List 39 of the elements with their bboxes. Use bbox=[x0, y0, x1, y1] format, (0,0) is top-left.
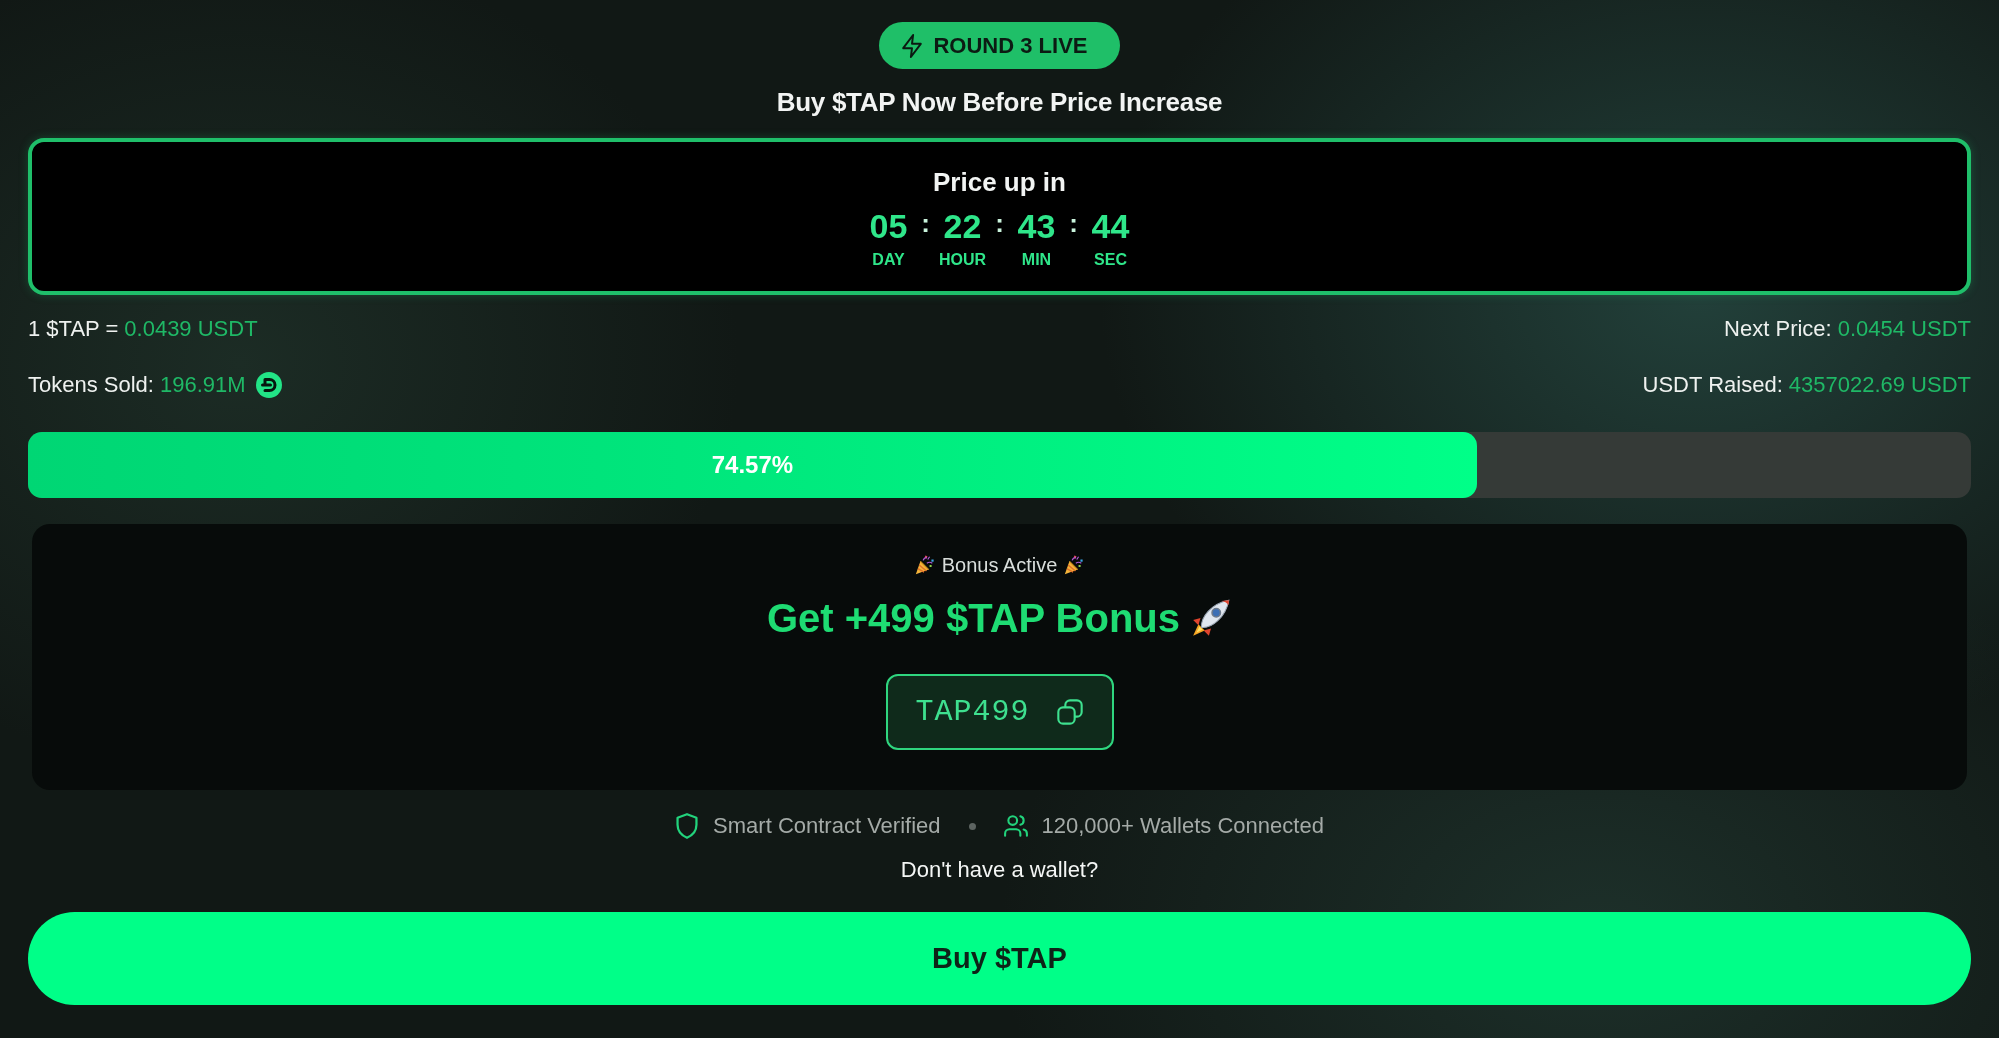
usdt-raised-value: 4357022.69 USDT bbox=[1788, 372, 1971, 398]
wallet-help-link[interactable]: Don't have a wallet? bbox=[900, 857, 1099, 883]
bonus-headline: Get +499 $TAP Bonus bbox=[766, 595, 1181, 641]
dot-icon bbox=[968, 822, 976, 830]
next-price-label: Next Price: bbox=[1724, 316, 1832, 342]
trust-label: Smart Contract Verified bbox=[713, 813, 941, 839]
rocket-icon bbox=[1190, 597, 1233, 639]
round-label: ROUND 3 LIVE bbox=[933, 32, 1088, 59]
tokens-sold-value: 196.91M bbox=[159, 372, 246, 398]
countdown-value: 22 bbox=[943, 207, 982, 245]
party-popper-icon bbox=[1063, 554, 1086, 576]
countdown-separator: : bbox=[1068, 207, 1079, 239]
countdown-separator: : bbox=[920, 207, 931, 239]
party-popper-icon bbox=[913, 554, 936, 576]
progress-percentage: 74.57% bbox=[711, 451, 794, 479]
users-icon bbox=[1003, 813, 1028, 839]
countdown-unit-label: HOUR bbox=[938, 251, 987, 269]
tokens-sold-label: Tokens Sold: bbox=[28, 372, 154, 398]
copy-icon bbox=[1055, 698, 1084, 726]
countdown-value: 43 bbox=[1017, 207, 1056, 245]
countdown-value: 44 bbox=[1091, 207, 1130, 245]
coin-icon bbox=[255, 372, 282, 398]
promo-code-copy-button[interactable]: TAP499 bbox=[885, 674, 1114, 750]
next-price-value: 0.0454 USDT bbox=[1837, 316, 1971, 342]
countdown-value: 05 bbox=[869, 207, 908, 245]
usdt-raised-label: USDT Raised: bbox=[1642, 372, 1783, 398]
page-headline: Buy $TAP Now Before Price Increase bbox=[776, 87, 1223, 117]
countdown-separator: : bbox=[994, 207, 1005, 239]
countdown-unit-label: MIN bbox=[1021, 251, 1052, 269]
countdown-unit-label: SEC bbox=[1094, 251, 1127, 269]
bonus-status: Bonus Active bbox=[941, 553, 1058, 577]
countdown-unit-label: DAY bbox=[872, 251, 905, 269]
buy-button[interactable]: Buy $TAP bbox=[28, 912, 1971, 1005]
shield-icon bbox=[675, 813, 700, 839]
lightning-bolt-icon bbox=[901, 32, 924, 59]
current-price-value: 0.0439 USDT bbox=[124, 316, 258, 342]
current-price-label: 1 $TAP = bbox=[28, 316, 119, 342]
trust-label: 120,000+ Wallets Connected bbox=[1041, 813, 1324, 839]
countdown-title: Price up in bbox=[933, 167, 1066, 197]
